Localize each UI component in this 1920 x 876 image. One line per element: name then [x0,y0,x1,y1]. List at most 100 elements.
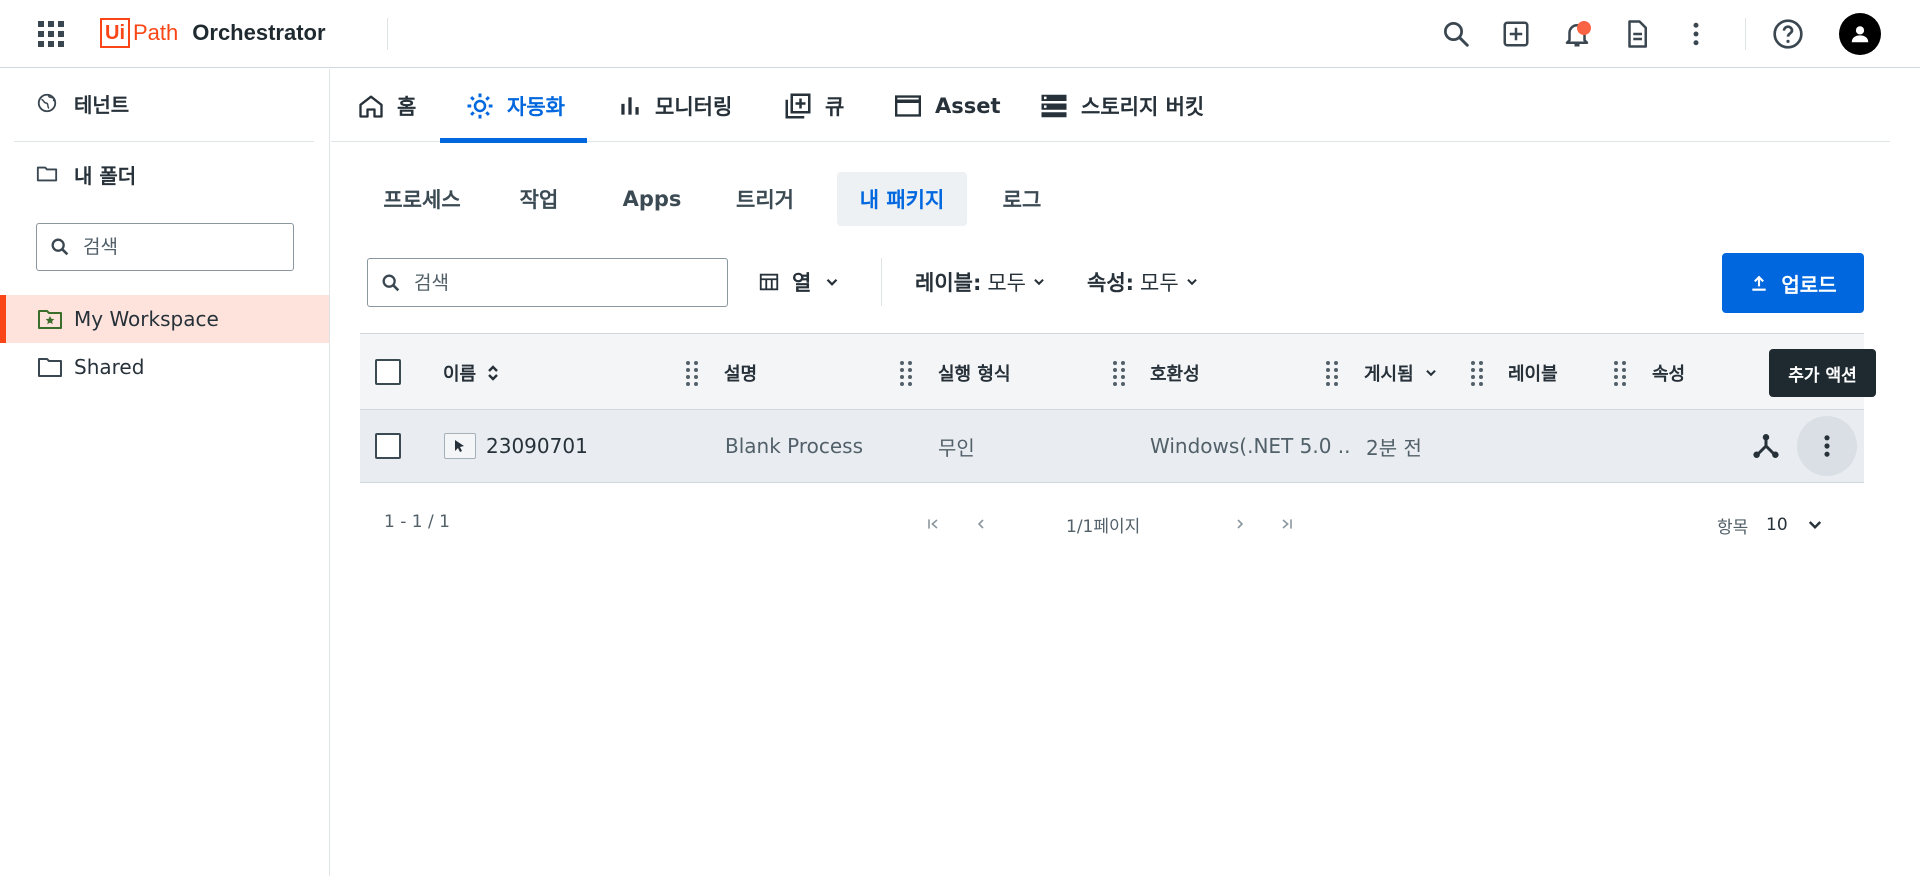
column-resize-handle[interactable] [1325,360,1339,386]
header-divider [387,18,388,50]
per-page-value: 10 [1766,515,1788,535]
sidebar: 테넌트 내 폴더 My Workspace Shared [0,69,330,876]
column-header-compatibility[interactable]: 호환성 [1150,334,1200,411]
column-header-properties[interactable]: 속성 [1652,334,1685,411]
folder-search-input[interactable] [83,236,263,258]
search-icon [51,238,69,256]
columns-button[interactable]: 열 [758,262,841,302]
more-actions-button[interactable] [1797,416,1857,476]
chevron-down-icon [827,278,838,286]
tab-storage-bucket[interactable]: 스토리지 버킷 [1039,69,1204,142]
table-row[interactable]: 23090701 Blank Process 무인 Windows(.NET 5… [360,410,1864,483]
uipath-logo[interactable]: Ui Path Orchestrator [100,15,326,51]
folder-icon [36,166,58,182]
folder-search-field[interactable] [36,223,294,271]
more-actions-tooltip: 추가 액션 [1769,349,1876,397]
chevron-down-icon [1034,278,1044,286]
more-vert-icon [1824,435,1830,457]
apps-grid-icon[interactable] [38,21,64,47]
package-name-cell[interactable]: 23090701 [444,410,588,482]
account-icon[interactable] [1839,13,1881,55]
column-resize-handle[interactable] [899,360,913,386]
column-resize-handle[interactable] [1613,360,1627,386]
sort-desc-icon [1425,369,1436,376]
top-bar: Ui Path Orchestrator [0,0,1920,68]
globe-icon [37,93,57,113]
sort-icon [488,364,498,381]
column-header-labels[interactable]: 레이블 [1508,334,1558,411]
subtab-triggers[interactable]: 트리거 [716,172,814,226]
sidebar-divider [14,141,314,142]
process-icon [444,433,476,459]
property-filter-key: 속성: [1087,271,1135,295]
sidebar-item-my-folder[interactable]: 내 폴더 [36,159,136,189]
property-filter[interactable]: 속성: 모두 [1087,262,1199,302]
per-page-select[interactable]: 10 [1766,510,1824,540]
next-page-icon[interactable] [1229,512,1251,536]
tab-automation[interactable]: 자동화 [440,69,587,143]
column-header-description[interactable]: 설명 [724,334,757,411]
asset-icon [895,94,921,117]
automation-gear-icon [467,93,493,118]
search-icon [382,274,400,291]
chevron-down-icon [1186,278,1197,286]
more-vert-icon[interactable] [1678,16,1714,52]
help-icon[interactable] [1770,16,1806,52]
toolbar-separator [881,258,882,306]
execution-type-cell: 무인 [938,435,975,460]
home-icon [359,95,383,118]
label-filter-key: 레이블: [915,271,982,295]
folder-icon [38,358,62,377]
tab-home[interactable]: 홈 [357,69,416,142]
first-page-icon[interactable] [922,512,944,536]
document-icon[interactable] [1619,16,1655,52]
pager-range: 1 - 1 / 1 [384,512,450,532]
last-page-icon[interactable] [1276,512,1298,536]
table-header: 이름 설명 실행 형식 호환성 게시됨 레이블 속성 [360,333,1864,410]
sidebar-item-my-workspace[interactable]: My Workspace [0,295,329,343]
add-icon[interactable] [1498,16,1534,52]
main-nav-tabs: 홈 자동화 모니터링 큐 Asset 스토리지 버킷 [331,69,1890,143]
workspace-folder-icon [38,310,62,329]
select-all-checkbox[interactable] [375,359,401,385]
column-name-label: 이름 [443,363,477,385]
subtab-my-packages[interactable]: 내 패키지 [837,172,967,226]
tab-storage-label: 스토리지 버킷 [1081,94,1205,119]
per-page-label: 항목 [1717,518,1749,538]
header-separator [1745,18,1746,50]
deploy-process-icon[interactable] [1742,422,1790,470]
column-resize-handle[interactable] [685,360,699,386]
compatibility-cell: Windows(.NET 5.0 ... [1150,434,1350,458]
column-resize-handle[interactable] [1112,360,1126,386]
label-filter[interactable]: 레이블: 모두 [915,262,1046,302]
label-filter-value: 모두 [987,271,1026,295]
page-info: 1/1페이지 [1066,517,1141,537]
column-resize-handle[interactable] [1470,360,1484,386]
sidebar-item-tenant[interactable]: 테넌트 [36,88,129,118]
bar-chart-icon [621,96,639,115]
chevron-down-icon [1808,521,1821,529]
tab-monitoring[interactable]: 모니터링 [617,69,732,142]
sidebar-item-shared[interactable]: Shared [0,343,329,391]
subtab-logs[interactable]: 로그 [988,172,1056,226]
upload-button[interactable]: 업로드 [1722,253,1864,313]
column-header-name[interactable]: 이름 [443,334,500,411]
storage-icon [1041,94,1067,117]
subtab-processes[interactable]: 프로세스 [366,172,478,226]
columns-label: 열 [792,271,812,295]
package-search-input[interactable] [414,271,594,294]
published-cell: 2분 전 [1366,435,1422,460]
column-header-execution-type[interactable]: 실행 형식 [938,334,1011,411]
package-search-field[interactable] [367,258,728,307]
bell-icon[interactable] [1559,16,1595,52]
prev-page-icon[interactable] [970,512,992,536]
subtab-jobs[interactable]: 작업 [496,172,582,226]
search-icon[interactable] [1438,16,1474,52]
tab-asset[interactable]: Asset [893,69,1001,142]
subtab-apps[interactable]: Apps [606,172,698,226]
tab-queue[interactable]: 큐 [783,69,844,142]
column-header-published[interactable]: 게시됨 [1364,334,1438,411]
property-filter-value: 모두 [1140,271,1179,295]
upload-label: 업로드 [1781,272,1837,297]
row-checkbox[interactable] [375,433,401,459]
